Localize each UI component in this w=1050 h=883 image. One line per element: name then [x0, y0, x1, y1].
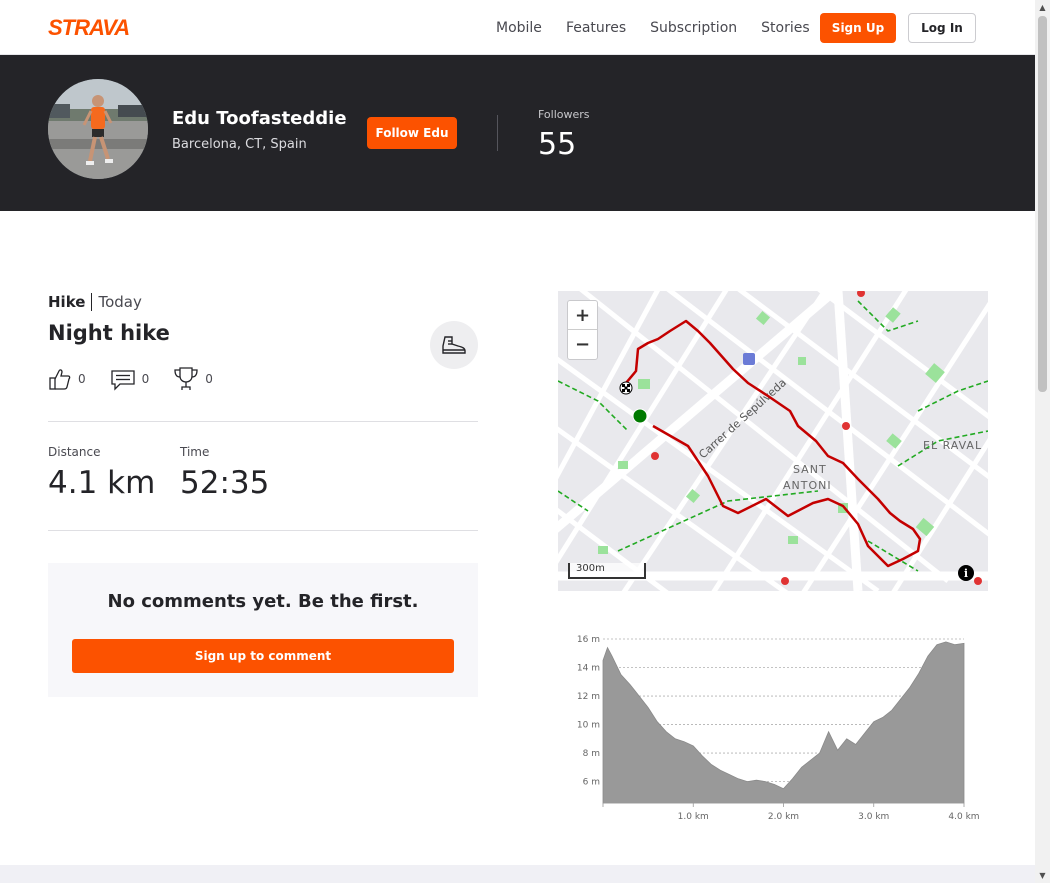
comments-action[interactable]: 0: [110, 367, 150, 391]
y-tick-label: 12 m: [577, 692, 600, 702]
x-tick-label: 4.0 km: [948, 812, 979, 822]
finish-marker: [619, 381, 633, 395]
nav-links: Mobile Features Subscription Stories: [496, 0, 834, 55]
distance-value: 4.1 km: [48, 465, 156, 501]
svg-text:ANTONI: ANTONI: [783, 479, 832, 492]
activity-date: Today: [98, 293, 142, 311]
header-divider: [497, 115, 498, 151]
comment-icon: [110, 370, 135, 391]
elevation-chart[interactable]: 6 m 8 m 10 m 12 m 14 m 16 m 1.0 km 2.0 km 3.0 km…: [560, 630, 990, 830]
y-tick-label: 6 m: [583, 778, 600, 788]
activity-actions: 0 0 0: [48, 366, 237, 392]
time-value: 52:35: [180, 465, 270, 501]
stat-distance: Distance 4.1 km: [48, 445, 155, 501]
achievements-count: 0: [205, 372, 213, 386]
kudos-action[interactable]: 0: [48, 367, 86, 391]
activity-type: Hike: [48, 293, 93, 311]
divider: [48, 530, 478, 531]
avatar[interactable]: [48, 79, 148, 179]
x-tick-label: 3.0 km: [858, 812, 889, 822]
footer-strip: [0, 865, 1035, 883]
start-marker: [632, 408, 648, 424]
y-tick-label: 16 m: [577, 635, 600, 645]
sign-up-to-comment-button[interactable]: Sign up to comment: [72, 639, 454, 673]
svg-text:SANT: SANT: [793, 463, 827, 476]
nav-link-subscription[interactable]: Subscription: [650, 20, 737, 36]
activity-title: Night hike: [48, 321, 170, 345]
scroll-down-arrow-icon[interactable]: ▼: [1038, 871, 1047, 880]
map-zoom-controls: + −: [567, 300, 598, 360]
zoom-in-button[interactable]: +: [568, 301, 597, 330]
achievements-action[interactable]: 0: [173, 366, 213, 392]
nav-link-mobile[interactable]: Mobile: [496, 20, 542, 36]
no-comments-text: No comments yet. Be the first.: [107, 591, 419, 612]
stat-time: Time 52:35: [180, 445, 269, 501]
followers-count: 55: [538, 127, 577, 162]
map-info-icon[interactable]: i: [958, 565, 974, 581]
activity-meta: Hike Today: [48, 293, 142, 311]
scroll-thumb[interactable]: [1038, 16, 1047, 392]
kudos-count: 0: [78, 372, 86, 386]
y-tick-label: 8 m: [583, 749, 600, 759]
zoom-out-button[interactable]: −: [568, 330, 597, 359]
comments-box: No comments yet. Be the first. Sign up t…: [48, 563, 478, 697]
scrollbar[interactable]: ▲ ▼: [1035, 0, 1050, 883]
distance-label: Distance: [48, 445, 101, 459]
x-tick-label: 1.0 km: [678, 812, 709, 822]
follow-button[interactable]: Follow Edu: [367, 117, 457, 149]
y-tick-label: 14 m: [577, 664, 600, 674]
map-scale: 300m: [568, 563, 646, 579]
strava-logo[interactable]: STRAVA: [48, 16, 144, 38]
athlete-name[interactable]: Edu Toofasteddie: [172, 108, 347, 129]
y-tick-label: 10 m: [577, 721, 600, 731]
athlete-location: Barcelona, CT, Spain: [172, 137, 307, 152]
svg-text:STRAVA: STRAVA: [48, 16, 129, 38]
thumbs-up-icon: [49, 369, 71, 390]
hike-boot-icon: [430, 321, 478, 369]
route-map[interactable]: Carrer de Sepúlveda SANT ANTONI EL RAVAL: [558, 291, 988, 591]
log-in-button[interactable]: Log In: [908, 13, 976, 43]
nav-link-features[interactable]: Features: [566, 20, 626, 36]
x-tick-label: 2.0 km: [768, 812, 799, 822]
page: STRAVA Mobile Features Subscription Stor…: [0, 0, 1035, 883]
nav-link-stories[interactable]: Stories: [761, 20, 810, 36]
athlete-header: Edu Toofasteddie Barcelona, CT, Spain Fo…: [0, 55, 1035, 211]
svg-text:EL RAVAL: EL RAVAL: [923, 439, 982, 452]
time-label: Time: [180, 445, 210, 459]
elevation-area: [602, 641, 965, 804]
sign-up-button[interactable]: Sign Up: [820, 13, 896, 43]
divider: [48, 421, 478, 422]
comments-count: 0: [141, 372, 150, 386]
map-canvas: Carrer de Sepúlveda SANT ANTONI EL RAVAL: [558, 291, 988, 591]
followers-label: Followers: [538, 108, 590, 121]
trophy-icon: [174, 367, 198, 390]
scroll-up-arrow-icon[interactable]: ▲: [1038, 3, 1047, 12]
top-nav: STRAVA Mobile Features Subscription Stor…: [0, 0, 1035, 55]
